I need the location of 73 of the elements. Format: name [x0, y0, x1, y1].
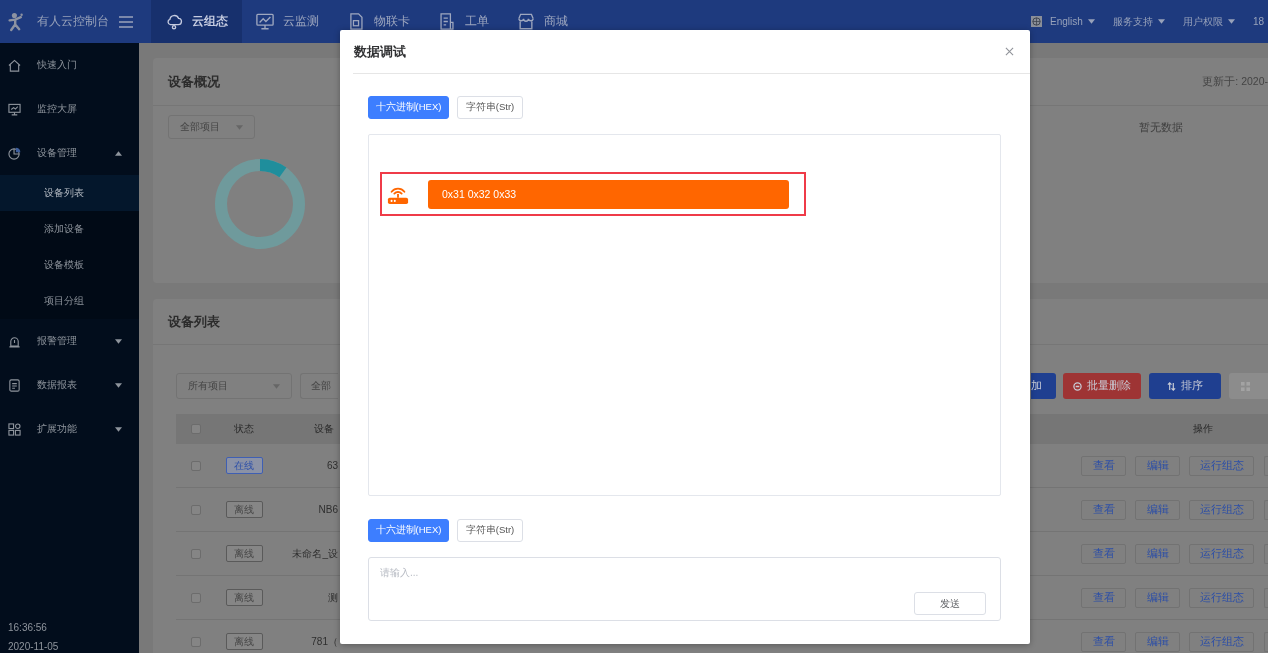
sidebar-subitem[interactable]: 项目分组	[0, 283, 139, 319]
close-icon[interactable]	[1005, 47, 1014, 56]
report-icon	[8, 378, 21, 392]
sidebar-item[interactable]: 扩展功能	[0, 407, 139, 451]
checkbox[interactable]	[191, 504, 201, 515]
table-cell: 未命名_设	[292, 546, 338, 561]
top-menu-item[interactable]: English	[1031, 16, 1095, 27]
clock-date: 2020-11-05	[8, 641, 59, 653]
message-bubble: 0x31 0x32 0x33	[428, 179, 789, 209]
table-cell: 781（	[311, 634, 338, 649]
top-menu-item[interactable]: 18	[1252, 16, 1264, 27]
empty-text: 暂无数据	[1139, 121, 1183, 133]
caret-icon	[236, 124, 243, 130]
app-title: 有人云控制台	[37, 14, 109, 29]
sidebar-subitem[interactable]: 设备模板	[0, 247, 139, 283]
sidebar-item[interactable]: 数据报表	[0, 363, 139, 407]
table-cell: NB6	[318, 504, 338, 515]
status-badge: 在线	[225, 457, 263, 474]
nav-tab[interactable]: 云监测	[242, 0, 333, 43]
card-title: 设备列表	[168, 312, 220, 331]
home-icon	[8, 58, 21, 72]
nav-tab[interactable]: 云组态	[151, 0, 242, 43]
checkbox[interactable]	[191, 592, 201, 603]
caret-icon	[273, 383, 280, 389]
sim-card-icon	[347, 13, 365, 30]
sidebar-item[interactable]: 快速入门	[0, 43, 139, 87]
card-title: 设备概况	[168, 72, 220, 91]
pie-chart-icon	[8, 146, 21, 160]
apps-icon	[8, 422, 21, 436]
column-header: 设备	[314, 422, 334, 436]
sort-icon	[1167, 381, 1176, 391]
status-badge: 离线	[225, 633, 263, 650]
status-badge: 离线	[225, 589, 263, 606]
clock-time: 16:36:56	[8, 622, 47, 634]
column-header: 操作	[1193, 422, 1213, 436]
nav-tab[interactable]: 商城	[503, 0, 582, 43]
table-cell: 63	[326, 460, 338, 471]
checkbox[interactable]	[191, 424, 201, 434]
menu-icon[interactable]	[119, 15, 133, 28]
toolbar-button[interactable]: 加	[1031, 373, 1056, 399]
alarm-icon	[8, 334, 21, 348]
checkbox[interactable]	[191, 548, 201, 559]
sidebar-item[interactable]: 报警管理	[0, 319, 139, 363]
monitor-chart-icon	[256, 13, 274, 30]
minus-circle-icon	[1073, 381, 1082, 391]
table-cell: 测	[328, 590, 338, 605]
store-icon	[517, 13, 535, 30]
format-toggle-button[interactable]: 十六进制(HEX)	[368, 96, 449, 119]
cloud-icon	[165, 13, 183, 30]
send-button[interactable]: 发送	[914, 592, 986, 615]
status-badge: 离线	[225, 501, 263, 518]
nav-tab[interactable]: 工单	[424, 0, 503, 43]
toolbar-button[interactable]: 批量删除	[1063, 373, 1141, 399]
dialog-title: 数据调试	[354, 42, 406, 61]
format-toggle-button[interactable]: 十六进制(HEX)	[368, 519, 449, 542]
document-icon	[438, 13, 456, 30]
monitor-icon	[8, 102, 21, 116]
format-toggle-button[interactable]: 字符串(Str)	[457, 519, 523, 542]
nav-tab[interactable]: 物联卡	[333, 0, 424, 43]
top-menu-item[interactable]: 用户权限	[1182, 14, 1235, 29]
status-badge: 离线	[225, 545, 263, 562]
sidebar-item[interactable]: 设备管理	[0, 131, 139, 175]
sidebar-subitem[interactable]: 设备列表	[0, 175, 139, 211]
top-menu-item[interactable]: 服务支持	[1112, 14, 1165, 29]
format-toggle-button[interactable]: 字符串(Str)	[457, 96, 523, 119]
logo-icon	[8, 11, 24, 32]
checkbox[interactable]	[191, 636, 201, 647]
sidebar-item[interactable]: 监控大屏	[0, 87, 139, 131]
column-header: 状态	[234, 422, 254, 436]
toolbar-button[interactable]: 排序	[1149, 373, 1221, 399]
sidebar-subitem[interactable]: 添加设备	[0, 211, 139, 247]
checkbox[interactable]	[191, 460, 201, 471]
globe-icon	[1031, 16, 1043, 27]
